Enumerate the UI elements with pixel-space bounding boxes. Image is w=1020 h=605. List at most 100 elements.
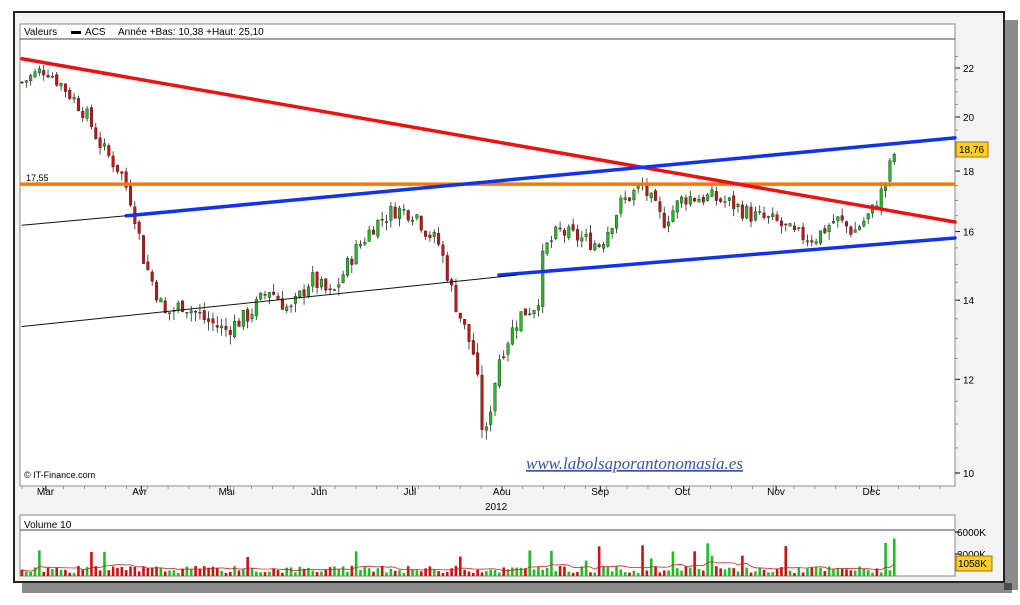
- candle-down: [762, 212, 766, 218]
- candle-down: [228, 330, 232, 335]
- candle-up: [814, 241, 818, 244]
- volume-bar-up: [550, 550, 553, 576]
- candle-down: [155, 281, 159, 301]
- volume-bar-up: [632, 570, 636, 576]
- candle-down: [597, 244, 601, 247]
- candle-down: [749, 206, 753, 222]
- volume-bar-down: [55, 567, 59, 576]
- candle-up: [836, 216, 840, 221]
- candle-up: [306, 286, 310, 297]
- candle-up: [363, 241, 367, 245]
- candle-up: [497, 359, 501, 387]
- candle-down: [215, 325, 219, 328]
- candle-down: [137, 221, 141, 234]
- volume-bar-up: [489, 569, 492, 576]
- candle-down: [89, 107, 93, 127]
- candle-up: [358, 244, 362, 247]
- volume-bar-up: [879, 572, 883, 576]
- candle-up: [788, 223, 792, 227]
- candle-down: [315, 271, 319, 288]
- volume-bar-down: [198, 568, 202, 576]
- candle-down: [163, 300, 167, 313]
- volume-bar-down: [801, 572, 805, 576]
- candle-up: [892, 153, 896, 163]
- candle-up: [411, 219, 415, 222]
- volume-bar-up: [728, 567, 731, 576]
- candle-down: [628, 197, 632, 201]
- volume-bar-up: [376, 568, 380, 576]
- candle-up: [879, 188, 883, 209]
- volume-bar-down: [107, 570, 111, 576]
- volume-bar-down: [463, 569, 466, 576]
- candle-down: [654, 190, 658, 201]
- volume-bar-up: [888, 570, 892, 576]
- month-tick-label: Jun: [311, 487, 327, 498]
- candle-down: [476, 352, 480, 375]
- volume-bar-up: [862, 568, 866, 576]
- volume-bar-up: [354, 551, 358, 576]
- volume-bar-up: [298, 566, 302, 576]
- volume-bar-up: [189, 569, 193, 576]
- candle-up: [37, 68, 41, 74]
- candle-down: [98, 137, 102, 148]
- candle-up: [758, 211, 762, 213]
- stock-chart: Valeurs ACS Année +Bas: 10,38 +Haut: 25,…: [13, 11, 1018, 593]
- candle-up: [376, 219, 380, 237]
- volume-bar-down: [20, 569, 24, 576]
- volume-bar-up: [359, 569, 362, 576]
- x-year-label: 2012: [485, 502, 508, 513]
- candle-up: [797, 227, 801, 229]
- volume-bar-down: [715, 566, 718, 576]
- candle-up: [831, 221, 835, 224]
- volume-bar-down: [793, 572, 796, 576]
- candle-down: [246, 309, 250, 322]
- volume-bar-up: [176, 572, 180, 576]
- candle-up: [385, 221, 389, 223]
- volume-bar-down: [163, 571, 167, 576]
- volume-bar-down: [684, 565, 688, 576]
- candle-up: [532, 310, 536, 315]
- candle-down: [202, 310, 206, 321]
- candle-down: [658, 201, 662, 212]
- candle-up: [519, 311, 523, 331]
- candle-up: [866, 213, 870, 220]
- candle-down: [55, 74, 59, 86]
- volume-bar-up: [554, 571, 558, 576]
- candle-up: [72, 97, 76, 100]
- candle-up: [727, 197, 731, 201]
- candle-down: [76, 98, 80, 112]
- candle-up: [189, 310, 193, 314]
- volume-bar-up: [411, 569, 414, 576]
- volume-bar-down: [702, 570, 705, 576]
- volume-bar-up: [771, 572, 775, 576]
- candle-down: [280, 298, 284, 310]
- month-tick-label: Nov: [767, 487, 785, 498]
- volume-bar-down: [237, 570, 241, 576]
- candle-up: [250, 313, 254, 320]
- candle-down: [792, 225, 796, 230]
- volume-bar-up: [723, 569, 727, 576]
- volume-bar-down: [437, 571, 440, 576]
- candle-up: [33, 71, 37, 78]
- candle-up: [593, 243, 597, 251]
- volume-bar-up: [333, 566, 336, 576]
- volume-bar-up: [415, 570, 419, 576]
- candle-up: [549, 240, 553, 242]
- candle-up: [402, 209, 406, 211]
- candle-up: [606, 231, 610, 247]
- candle-up: [706, 194, 710, 201]
- volume-bar-down: [563, 566, 566, 576]
- candle-down: [662, 212, 666, 228]
- volume-bar-up: [389, 568, 393, 576]
- candle-down: [437, 233, 441, 245]
- volume-bar-up: [623, 572, 627, 576]
- volume-bar-up: [688, 567, 692, 576]
- volume-bar-down: [845, 569, 848, 576]
- volume-bar-down: [628, 572, 631, 576]
- volume-bar-up: [806, 568, 809, 576]
- volume-bar-up: [541, 569, 545, 576]
- volume-bar-up: [814, 566, 818, 576]
- candle-up: [697, 199, 701, 203]
- candle-up: [623, 197, 627, 200]
- volume-bar-up: [29, 571, 32, 576]
